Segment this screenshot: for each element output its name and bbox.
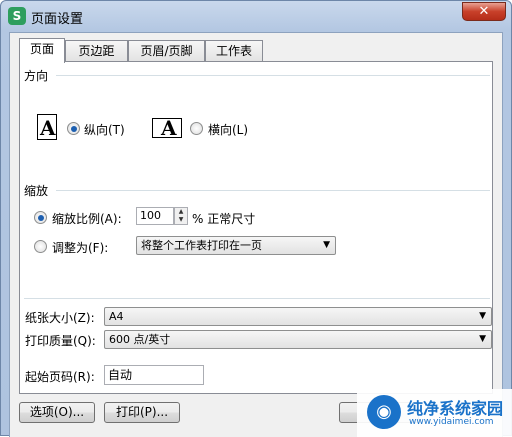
options-button[interactable]: 选项(O)... [19, 402, 95, 423]
tab-header-footer[interactable]: 页眉/页脚 [128, 40, 205, 61]
adjust-to-radio[interactable] [34, 211, 47, 224]
tab-page[interactable]: 页面 [19, 38, 65, 63]
chevron-down-icon: ▼ [479, 311, 486, 321]
landscape-icon: A [152, 118, 182, 138]
fit-to-radio[interactable] [34, 240, 47, 253]
tab-sheet[interactable]: 工作表 [205, 40, 263, 61]
landscape-label[interactable]: 横向(L) [208, 121, 248, 138]
first-page-number-label: 起始页码(R): [25, 370, 95, 384]
divider [56, 190, 490, 191]
title-bar: S 页面设置 ✕ [1, 1, 511, 31]
tab-margins[interactable]: 页边距 [65, 40, 128, 61]
portrait-label[interactable]: 纵向(T) [84, 121, 125, 138]
watermark-url: www.yidaimei.com [409, 417, 494, 427]
site-watermark: ◉ 纯净系统家园 www.yidaimei.com [357, 389, 512, 437]
watermark-title: 纯净系统家园 [407, 399, 504, 418]
first-page-number-input[interactable]: 自动 [104, 365, 204, 385]
paper-size-select[interactable]: A4 ▼ [104, 307, 492, 326]
fit-to-select[interactable]: 将整个工作表打印在一页 ▼ [136, 236, 336, 255]
dialog-body: 页面 页边距 页眉/页脚 工作表 方向 A 纵向(T) A 横向(L) 缩放 缩… [9, 32, 503, 437]
print-quality-value: 600 点/英寸 [109, 333, 171, 346]
scale-suffix: % 正常尺寸 [192, 212, 256, 226]
watermark-logo-icon: ◉ [367, 395, 401, 429]
orientation-group-label: 方向 [24, 67, 49, 84]
scale-spinner[interactable]: ▲ ▼ [174, 207, 188, 225]
paper-size-label: 纸张大小(Z): [25, 311, 95, 325]
divider [24, 298, 490, 299]
page-tab-panel: 方向 A 纵向(T) A 横向(L) 缩放 缩放比例(A): 100 ▲ ▼ % … [19, 61, 493, 394]
print-quality-label: 打印质量(Q): [25, 334, 96, 348]
close-button[interactable]: ✕ [462, 2, 506, 21]
window-title: 页面设置 [31, 12, 84, 27]
scale-percent-input[interactable]: 100 [136, 207, 174, 225]
divider [56, 75, 490, 76]
portrait-icon: A [37, 114, 57, 140]
fit-to-label[interactable]: 调整为(F): [52, 239, 108, 256]
paper-size-value: A4 [109, 310, 124, 323]
chevron-down-icon: ▼ [479, 334, 486, 344]
print-button[interactable]: 打印(P)... [104, 402, 180, 423]
fit-to-select-value: 将整个工作表打印在一页 [141, 239, 262, 252]
adjust-to-label[interactable]: 缩放比例(A): [52, 210, 122, 227]
page-setup-dialog: S 页面设置 ✕ 页面 页边距 页眉/页脚 工作表 方向 A 纵向(T) A 横… [0, 0, 512, 437]
portrait-radio[interactable] [67, 122, 80, 135]
landscape-radio[interactable] [190, 122, 203, 135]
chevron-down-icon: ▼ [323, 240, 330, 250]
scaling-group-label: 缩放 [24, 182, 49, 199]
print-quality-select[interactable]: 600 点/英寸 ▼ [104, 330, 492, 349]
wps-app-icon: S [8, 7, 26, 25]
